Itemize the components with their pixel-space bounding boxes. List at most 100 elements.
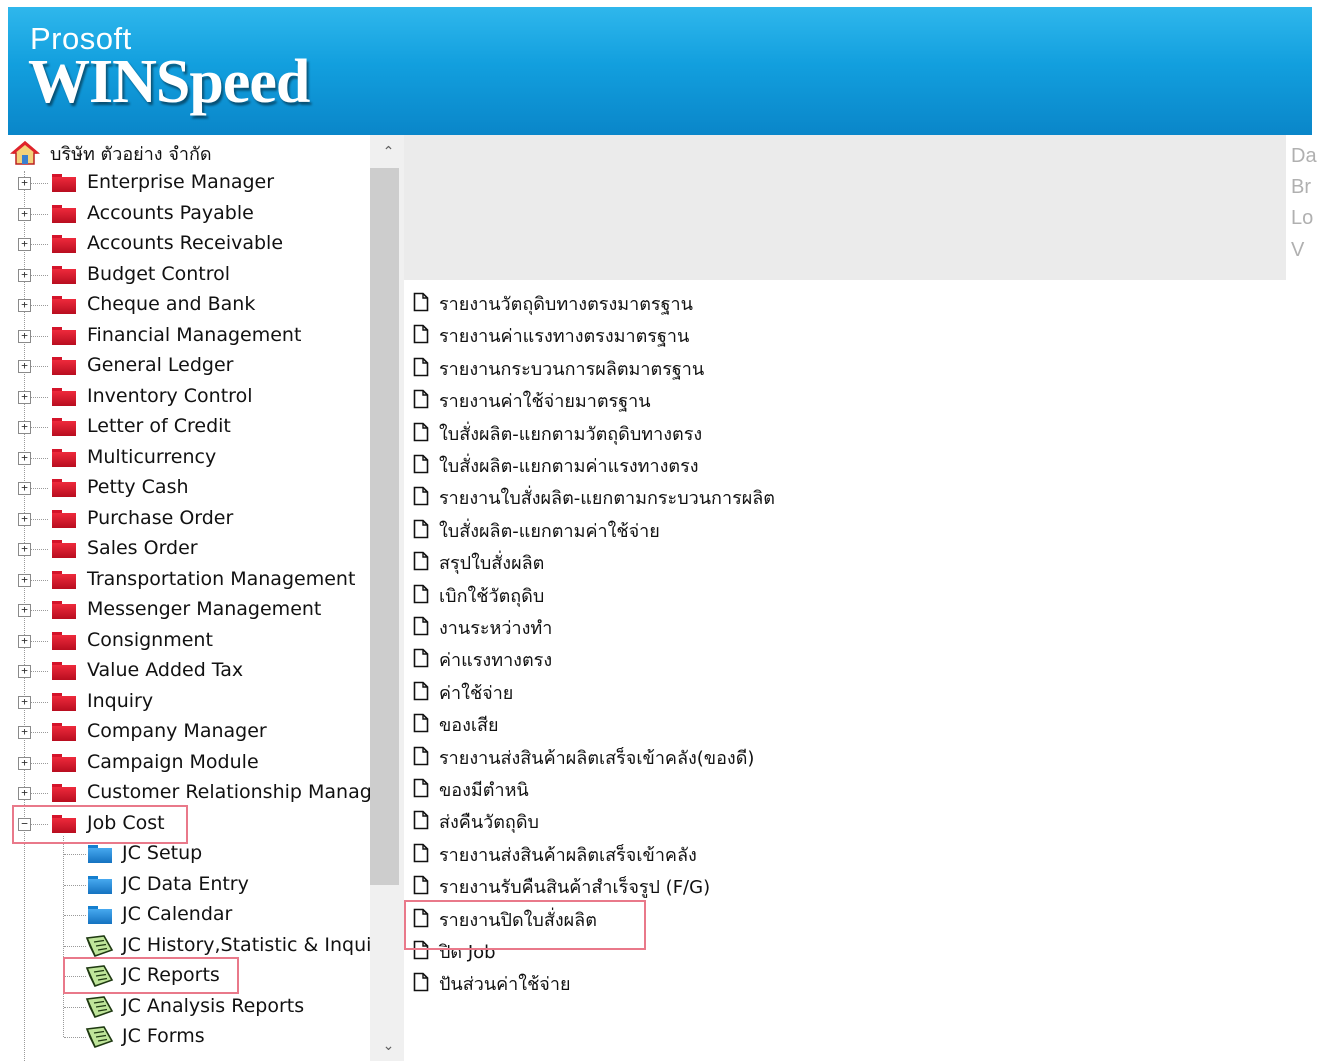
document-icon xyxy=(413,389,429,409)
document-icon xyxy=(413,973,429,992)
tree-item-jc-child[interactable]: JC Setup xyxy=(122,842,202,864)
tree-item-module[interactable]: Consignment xyxy=(87,629,213,651)
tree-connector xyxy=(30,396,48,398)
tree-item-jc-child[interactable]: JC History,Statistic & Inquirie xyxy=(122,934,370,956)
blue-folder-icon xyxy=(88,875,112,894)
expand-icon[interactable]: + xyxy=(18,451,31,465)
expand-icon[interactable]: + xyxy=(18,756,31,770)
tree-item-module[interactable]: General Ledger xyxy=(87,354,233,376)
expand-icon[interactable]: + xyxy=(18,665,31,678)
tree-item-module[interactable]: Purchase Order xyxy=(87,507,233,529)
tree-item-module[interactable]: Inventory Control xyxy=(87,385,252,407)
report-item[interactable]: ใบสั่งผลิต-แยกตามค่าใช้จ่าย xyxy=(439,516,660,545)
module-tree: บริษัท ตัวอย่าง จำกัด + Enterprise Manage… xyxy=(8,135,370,1061)
tree-item-module[interactable]: Enterprise Manager xyxy=(87,171,274,193)
info-label: V xyxy=(1291,239,1305,261)
report-item[interactable]: รายงานส่งสินค้าผลิตเสร็จเข้าคลัง xyxy=(439,840,697,869)
report-book-icon xyxy=(85,995,114,1018)
red-folder-icon xyxy=(52,326,76,345)
expand-icon[interactable]: + xyxy=(18,390,31,404)
document-icon xyxy=(413,616,429,636)
document-icon xyxy=(413,746,429,765)
expand-icon[interactable]: + xyxy=(18,421,31,434)
expand-icon[interactable]: + xyxy=(18,482,31,495)
expand-icon[interactable]: + xyxy=(18,177,31,190)
tree-item-module[interactable]: Budget Control xyxy=(87,263,230,285)
tree-connector xyxy=(64,1006,86,1008)
tree-item-jc-child[interactable]: JC Data Entry xyxy=(122,873,249,895)
tree-item-module[interactable]: Multicurrency xyxy=(87,446,216,468)
expand-icon[interactable]: + xyxy=(18,299,31,312)
report-item[interactable]: รายงานค่าแรงทางตรงมาตรฐาน xyxy=(439,321,689,350)
tree-item-jc-child[interactable]: JC Analysis Reports xyxy=(122,995,304,1017)
info-label: Da xyxy=(1291,145,1317,167)
red-folder-icon xyxy=(52,265,76,284)
expand-icon[interactable]: + xyxy=(18,695,31,709)
tree-item-module[interactable]: Letter of Credit xyxy=(87,415,231,437)
tree-item-module[interactable]: Cheque and Bank xyxy=(87,293,255,315)
company-root-label[interactable]: บริษัท ตัวอย่าง จำกัด xyxy=(50,139,212,168)
red-folder-icon xyxy=(52,662,76,680)
report-item[interactable]: ค่าแรงทางตรง xyxy=(439,645,552,674)
expand-icon[interactable]: + xyxy=(18,238,31,251)
tree-item-module[interactable]: Financial Management xyxy=(87,324,301,346)
report-item[interactable]: ปันส่วนค่าใช้จ่าย xyxy=(439,969,570,998)
tree-item-jc-child[interactable]: JC Calendar xyxy=(122,903,232,925)
report-item[interactable]: รายงานใบสั่งผลิต-แยกตามกระบวนการผลิต xyxy=(439,483,775,512)
expand-icon[interactable]: + xyxy=(18,207,31,221)
report-item[interactable]: รายงานวัตถุดิบทางตรงมาตรฐาน xyxy=(439,289,693,318)
report-item[interactable]: ใบสั่งผลิต-แยกตามค่าแรงทางตรง xyxy=(439,451,699,480)
red-folder-icon xyxy=(52,418,76,436)
tree-item-module[interactable]: Accounts Payable xyxy=(87,202,254,224)
expand-icon[interactable]: + xyxy=(18,543,31,556)
document-icon xyxy=(413,357,429,377)
report-item[interactable]: ส่งคืนวัตถุดิบ xyxy=(439,807,539,836)
navigation-tree-pane: บริษัท ตัวอย่าง จำกัด + Enterprise Manage… xyxy=(8,135,399,1061)
report-item[interactable]: เบิกใช้วัตถุดิบ xyxy=(439,581,544,610)
report-item[interactable]: รายงานค่าใช้จ่ายมาตรฐาน xyxy=(439,386,651,415)
report-item[interactable]: ค่าใช้จ่าย xyxy=(439,678,513,707)
expand-icon[interactable]: + xyxy=(18,787,31,800)
tree-item-module[interactable]: Accounts Receivable xyxy=(87,232,283,254)
red-folder-icon xyxy=(52,448,76,467)
red-folder-icon xyxy=(52,174,76,192)
tree-item-module[interactable]: Customer Relationship Manage xyxy=(87,781,370,803)
report-item[interactable]: รายงานส่งสินค้าผลิตเสร็จเข้าคลัง(ของดี) xyxy=(439,743,754,772)
expand-icon[interactable]: + xyxy=(18,512,31,526)
report-item[interactable]: สรุปใบสั่งผลิต xyxy=(439,548,544,577)
expand-icon[interactable]: + xyxy=(18,360,31,373)
expand-icon[interactable]: + xyxy=(18,268,31,282)
tree-item-module[interactable]: Sales Order xyxy=(87,537,198,559)
tree-item-module[interactable]: Petty Cash xyxy=(87,476,189,498)
tree-item-module[interactable]: Campaign Module xyxy=(87,751,259,773)
tree-item-module[interactable]: Messenger Management xyxy=(87,598,321,620)
expand-icon[interactable]: + xyxy=(18,634,31,648)
expand-icon[interactable]: + xyxy=(18,329,31,343)
report-item[interactable]: งานระหว่างทำ xyxy=(439,613,552,642)
tree-item-module[interactable]: Company Manager xyxy=(87,720,267,742)
red-folder-icon xyxy=(52,692,76,711)
scroll-up-icon[interactable]: ⌃ xyxy=(370,139,399,165)
tree-item-module[interactable]: Transportation Management xyxy=(87,568,355,590)
document-icon xyxy=(413,649,429,668)
report-item[interactable]: ใบสั่งผลิต-แยกตามวัตถุดิบทางตรง xyxy=(439,419,702,448)
tree-item-module[interactable]: Value Added Tax xyxy=(87,659,243,681)
report-item[interactable]: ของมีตำหนิ xyxy=(439,775,529,804)
scroll-down-icon[interactable]: ⌄ xyxy=(370,1033,399,1059)
tree-connector xyxy=(64,945,86,947)
tree-connector xyxy=(64,854,86,855)
report-item[interactable]: รายงานรับคืนสินค้าสำเร็จรูป (F/G) xyxy=(439,872,710,901)
expand-icon[interactable]: + xyxy=(18,573,31,587)
scrollbar-thumb[interactable] xyxy=(370,168,399,885)
document-icon xyxy=(413,454,429,474)
red-folder-icon xyxy=(52,204,76,223)
report-item[interactable]: รายงานกระบวนการผลิตมาตรฐาน xyxy=(439,354,704,383)
expand-icon[interactable]: + xyxy=(18,604,31,617)
tree-item-module[interactable]: Inquiry xyxy=(87,690,153,712)
red-folder-icon xyxy=(52,235,76,253)
document-icon xyxy=(413,584,429,603)
tree-scrollbar[interactable]: ⌃ ⌄ xyxy=(370,135,399,1061)
expand-icon[interactable]: + xyxy=(18,726,31,739)
report-item[interactable]: ของเสีย xyxy=(439,710,499,739)
tree-item-jc-child[interactable]: JC Forms xyxy=(122,1025,205,1047)
